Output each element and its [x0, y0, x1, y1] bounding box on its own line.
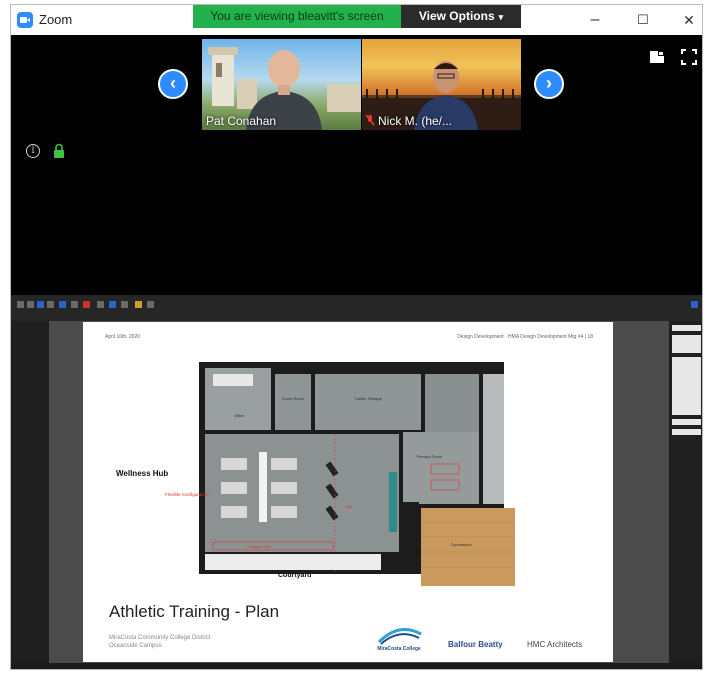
slide-header: Design Development · HMA Design Developm… — [457, 334, 593, 340]
floor-plan: Office Exam Room Trainer Storage Therapy… — [199, 362, 515, 586]
panel-field — [672, 325, 701, 331]
prev-arrow-icon[interactable]: ‹ — [158, 69, 188, 99]
shared-document-page: April 16th, 2020 Design Development · HM… — [83, 322, 613, 662]
hmc-architects-logo: HMC Architects — [527, 640, 583, 649]
title-bar: Zoom You are viewing bleavitt's screen V… — [11, 5, 702, 35]
slide-date: April 16th, 2020 — [105, 334, 141, 340]
slide-title: Athletic Training - Plan — [109, 602, 280, 621]
casework-label: Casework Sink — [247, 545, 271, 549]
toolbar-icon — [17, 301, 24, 308]
toolbar-icon — [47, 301, 54, 308]
panel-field — [672, 419, 701, 425]
shared-app-toolbar — [11, 295, 702, 322]
video-tile-nick-m[interactable]: Nick M. (he/... — [362, 39, 521, 130]
slab-label: Slab — [345, 505, 352, 509]
room-label-therapy: Therapy Room — [416, 454, 443, 459]
video-tile-pat-conahan[interactable]: Pat Conahan — [202, 39, 361, 130]
flexible-config-label: Flexible Configuration — [165, 492, 209, 497]
district-line-1: MiraCosta Community College District — [109, 635, 211, 641]
toolbar-icon — [27, 301, 34, 308]
properties-panel — [669, 321, 702, 665]
muted-mic-icon — [365, 114, 375, 126]
next-arrow-icon[interactable]: › — [534, 69, 564, 99]
balfour-beatty-logo: Balfour Beatty — [448, 640, 503, 649]
toolbar-icon — [135, 301, 142, 308]
district-info: MiraCosta Community College District Oce… — [109, 634, 210, 650]
toolbar-icon — [109, 301, 116, 308]
minimize-button[interactable]: – — [585, 10, 605, 30]
speaker-view-icon[interactable] — [649, 49, 665, 65]
room-label-storage: Trainer Storage — [354, 396, 382, 401]
left-tool-rail — [11, 321, 49, 665]
app-title: Zoom — [39, 12, 73, 27]
room-label-office: Office — [234, 413, 245, 418]
participant-name: Nick M. (he/... — [378, 114, 453, 128]
room-label-gymnasium: Gymnasium — [450, 542, 472, 547]
lock-icon[interactable] — [53, 143, 65, 159]
status-bar — [11, 663, 702, 669]
toolbar-icon — [691, 301, 698, 308]
toolbar-icon — [121, 301, 128, 308]
wellness-hub-label: Wellness Hub — [116, 469, 169, 478]
toolbar-icon — [37, 301, 44, 308]
toolbar-icon — [71, 301, 78, 308]
panel-field — [672, 429, 701, 435]
view-options-button[interactable]: View Options ▾ — [401, 5, 521, 28]
fullscreen-icon[interactable] — [681, 49, 697, 65]
toolbar-icon — [59, 301, 66, 308]
panel-field — [672, 335, 701, 353]
participant-name: Pat Conahan — [206, 114, 277, 128]
panel-field — [672, 357, 701, 415]
room-label-exam: Exam Room — [282, 396, 305, 401]
toolbar-icon — [83, 301, 90, 308]
share-banner: You are viewing bleavitt's screen — [193, 5, 401, 28]
close-button[interactable]: ✕ — [679, 10, 699, 30]
chevron-down-icon: ▾ — [498, 12, 504, 22]
zoom-logo-icon — [17, 12, 33, 28]
toolbar-icon — [97, 301, 104, 308]
toolbar-icon — [147, 301, 154, 308]
courtyard-label: Courtyard — [278, 572, 312, 579]
miracosta-logo-text: MiraCosta College — [377, 646, 421, 652]
maximize-button[interactable]: ☐ — [633, 10, 653, 30]
view-options-label: View Options — [418, 9, 495, 23]
district-line-2: Oceanside Campus — [109, 643, 162, 649]
info-icon[interactable]: i — [26, 144, 40, 158]
miracosta-logo-icon: MiraCosta College — [377, 628, 422, 652]
